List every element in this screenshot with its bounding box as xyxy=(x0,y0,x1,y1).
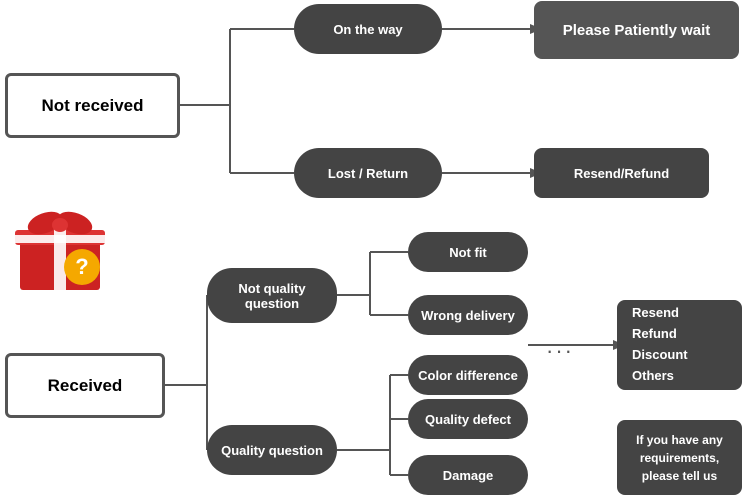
quality-question-box: Quality question xyxy=(207,425,337,475)
not-received-box: Not received xyxy=(5,73,180,138)
on-the-way-box: On the way xyxy=(294,4,442,54)
diagram: Not received On the way Please Patiently… xyxy=(0,0,750,500)
resend-options-box: Resend Refund Discount Others xyxy=(617,300,742,390)
lost-return-box: Lost / Return xyxy=(294,148,442,198)
ellipsis-dots: ··· xyxy=(546,338,574,364)
gift-icon: ? xyxy=(10,195,110,295)
resend-refund-top-box: Resend/Refund xyxy=(534,148,709,198)
please-wait-box: Please Patiently wait xyxy=(534,1,739,59)
svg-text:?: ? xyxy=(75,254,88,279)
wrong-delivery-box: Wrong delivery xyxy=(408,295,528,335)
quality-defect-box: Quality defect xyxy=(408,399,528,439)
not-fit-box: Not fit xyxy=(408,232,528,272)
received-box: Received xyxy=(5,353,165,418)
not-quality-box: Not qualityquestion xyxy=(207,268,337,323)
damage-box: Damage xyxy=(408,455,528,495)
color-difference-box: Color difference xyxy=(408,355,528,395)
requirements-box: If you have anyrequirements,please tell … xyxy=(617,420,742,495)
